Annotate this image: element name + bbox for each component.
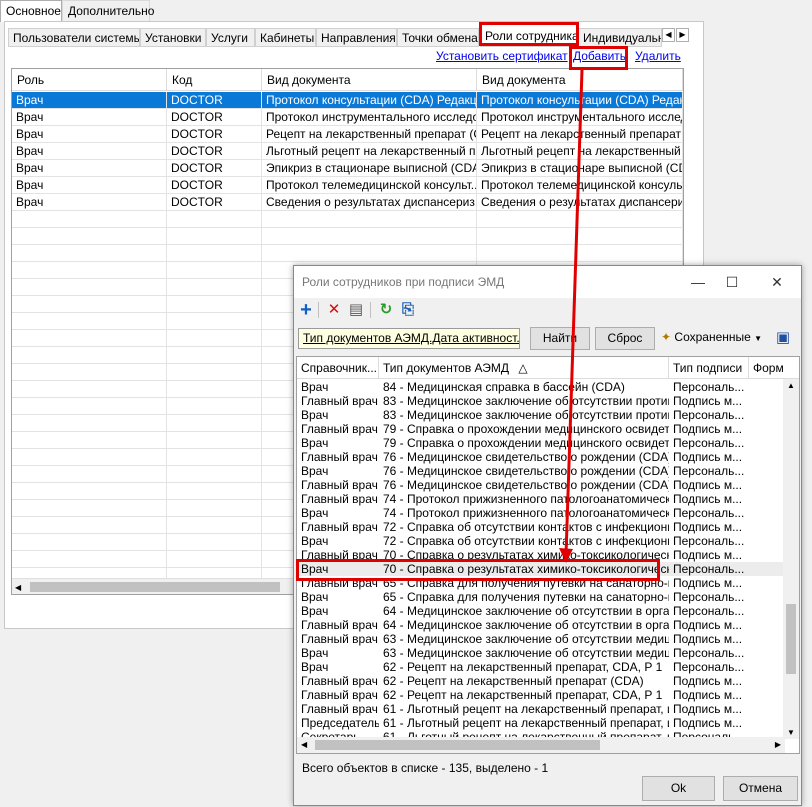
annotation-arrow-line [564,69,584,556]
annotation-arrow [559,69,584,563]
annotation-box-selected-row [296,559,660,581]
